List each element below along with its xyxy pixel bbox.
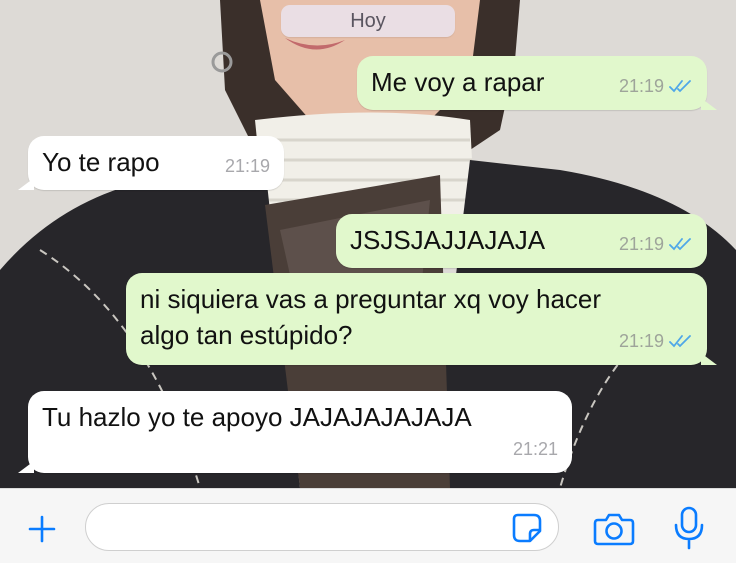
message-bubble-incoming[interactable]: Tu hazlo yo te apoyo JAJAJAJAJAJA 21:21 — [18, 391, 572, 473]
plus-icon — [28, 515, 56, 543]
message-meta: 21:21 — [513, 431, 558, 467]
bubble-tail — [701, 353, 717, 365]
message-time: 21:21 — [512, 439, 558, 459]
chat-area[interactable]: Hoy Me voy a rapar 21:19 Yo te rapo 21:1… — [0, 0, 736, 488]
message-text: Me voy a rapar — [371, 67, 545, 97]
message-meta: 21:19 — [619, 226, 693, 262]
message-text: JSJSJAJJAJAJA — [350, 225, 546, 255]
double-check-read-icon — [669, 334, 693, 348]
message-time: 21:19 — [618, 234, 664, 254]
message-meta: 21:19 — [619, 323, 693, 359]
bubble-tail — [18, 178, 34, 190]
message-time: 21:19 — [224, 156, 270, 176]
message-input-container[interactable] — [85, 503, 559, 551]
message-time: 21:19 — [618, 76, 664, 96]
message-text-line-2: algo tan estúpido? — [140, 320, 353, 350]
composer-bar — [0, 488, 736, 563]
double-check-read-icon — [669, 79, 693, 93]
microphone-button[interactable] — [672, 505, 706, 551]
message-time: 21:19 — [618, 331, 664, 351]
camera-button[interactable] — [592, 509, 636, 549]
message-bubble-outgoing[interactable]: JSJSJAJJAJAJA 21:19 — [336, 214, 707, 268]
message-text: Tu hazlo yo te apoyo JAJAJAJAJAJA — [42, 402, 472, 432]
message-bubble-outgoing[interactable]: ni siquiera vas a preguntar xq voy hacer… — [126, 273, 717, 365]
message-bubble-outgoing[interactable]: Me voy a rapar 21:19 — [357, 56, 717, 110]
day-separator: Hoy — [281, 5, 455, 37]
bubble-tail — [18, 461, 34, 473]
microphone-icon — [674, 506, 704, 550]
camera-icon — [593, 513, 635, 546]
double-check-read-icon — [669, 237, 693, 251]
message-bubble-incoming[interactable]: Yo te rapo 21:19 — [18, 136, 284, 190]
message-text-line-1: ni siquiera vas a preguntar xq voy hacer — [140, 284, 602, 314]
message-input[interactable] — [104, 512, 508, 544]
attach-button[interactable] — [22, 509, 62, 549]
sticker-icon — [512, 513, 542, 543]
message-text: Yo te rapo — [42, 147, 160, 177]
message-meta: 21:19 — [225, 148, 270, 184]
bubble-tail — [701, 98, 717, 110]
message-meta: 21:19 — [619, 68, 693, 104]
sticker-button[interactable] — [510, 511, 544, 545]
